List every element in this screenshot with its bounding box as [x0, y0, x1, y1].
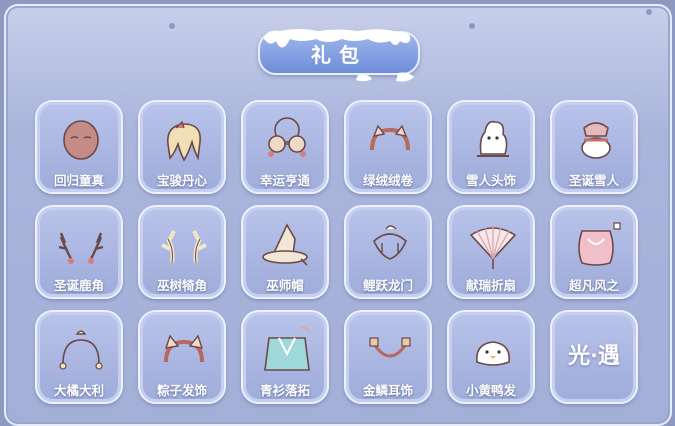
gift-item-label: 献瑞折扇 — [465, 278, 516, 293]
gift-item-tile[interactable]: 金鳞耳饰 — [344, 310, 432, 404]
gift-item-label: 金鳞耳饰 — [362, 383, 413, 398]
snowman-icon — [477, 120, 509, 157]
gift-item-tile[interactable]: 巫树犄角 — [138, 205, 226, 299]
gift-item-label: 青衫落拓 — [259, 383, 310, 398]
decor-dot — [646, 9, 652, 15]
gift-item-tile[interactable]: 圣诞鹿角 — [35, 205, 123, 299]
ears-headband-icon — [164, 334, 204, 363]
gift-item-label: 鲤跃龙门 — [362, 278, 413, 293]
snowman-hat-icon — [581, 122, 611, 159]
gift-item-label: 圣诞鹿角 — [53, 278, 104, 293]
sky-logo-icon: 光·遇 — [568, 343, 620, 369]
gift-item-label: 雪人头饰 — [465, 173, 516, 188]
gift-item-tile[interactable]: 鲤跃龙门 — [344, 205, 432, 299]
gift-item-label: 大橘大利 — [53, 383, 104, 398]
gift-item-tile[interactable]: 绿绒绒卷 — [344, 100, 432, 194]
decor-dot — [469, 23, 475, 29]
gift-item-tile[interactable]: 圣诞雪人 — [550, 100, 638, 194]
duck-icon — [476, 341, 510, 366]
fan-icon — [469, 225, 517, 269]
gift-item-tile[interactable]: 大橘大利 — [35, 310, 123, 404]
gift-item-label: 超凡风之 — [568, 278, 619, 293]
gift-item-label: 粽子发饰 — [156, 383, 207, 398]
hair-icon — [167, 120, 201, 162]
gift-item-label: 小黄鸭发 — [465, 383, 516, 398]
cat-ears-icon — [59, 330, 103, 370]
page-title: 礼包 — [258, 31, 420, 75]
gift-item-label: 巫树犄角 — [156, 278, 207, 293]
gift-item-tile[interactable]: 青衫落拓 — [241, 310, 329, 404]
gift-item-tile[interactable]: 回归童真 — [35, 100, 123, 194]
gift-item-tile[interactable]: 超凡风之 — [550, 205, 638, 299]
headband-icon — [370, 124, 410, 151]
gift-item-label: 宝骏丹心 — [156, 173, 207, 188]
gift-item-tile[interactable]: 巫师帽 — [241, 205, 329, 299]
gift-item-label: 幸运亨通 — [259, 173, 310, 188]
gift-item-label: 巫师帽 — [266, 278, 304, 293]
gift-item-tile[interactable]: 宝骏丹心 — [138, 100, 226, 194]
fish-ornament-icon — [373, 225, 407, 260]
decor-dot — [169, 23, 175, 29]
gift-item-tile[interactable]: 幸运亨通 — [241, 100, 329, 194]
gift-item-tile[interactable]: 献瑞折扇 — [447, 205, 535, 299]
earring-icon — [369, 337, 411, 358]
gift-item-label: 回归童真 — [53, 173, 104, 188]
gift-item-tile[interactable]: 粽子发饰 — [138, 310, 226, 404]
gift-item-label: 圣诞雪人 — [568, 173, 619, 188]
title-banner: 礼包 — [258, 25, 420, 82]
gift-item-tile[interactable]: 光·遇 — [550, 310, 638, 404]
branch-horns-icon — [161, 230, 207, 264]
witch-hat-icon — [262, 223, 308, 266]
glasses-icon — [268, 117, 306, 157]
gift-item-tile[interactable]: 小黄鸭发 — [447, 310, 535, 404]
mask-icon — [63, 120, 99, 160]
gift-item-tile[interactable]: 雪人头饰 — [447, 100, 535, 194]
gift-item-label: 绿绒绒卷 — [362, 173, 413, 188]
antlers-icon — [58, 232, 104, 264]
cape-icon — [578, 222, 621, 266]
robe-icon — [264, 326, 310, 371]
